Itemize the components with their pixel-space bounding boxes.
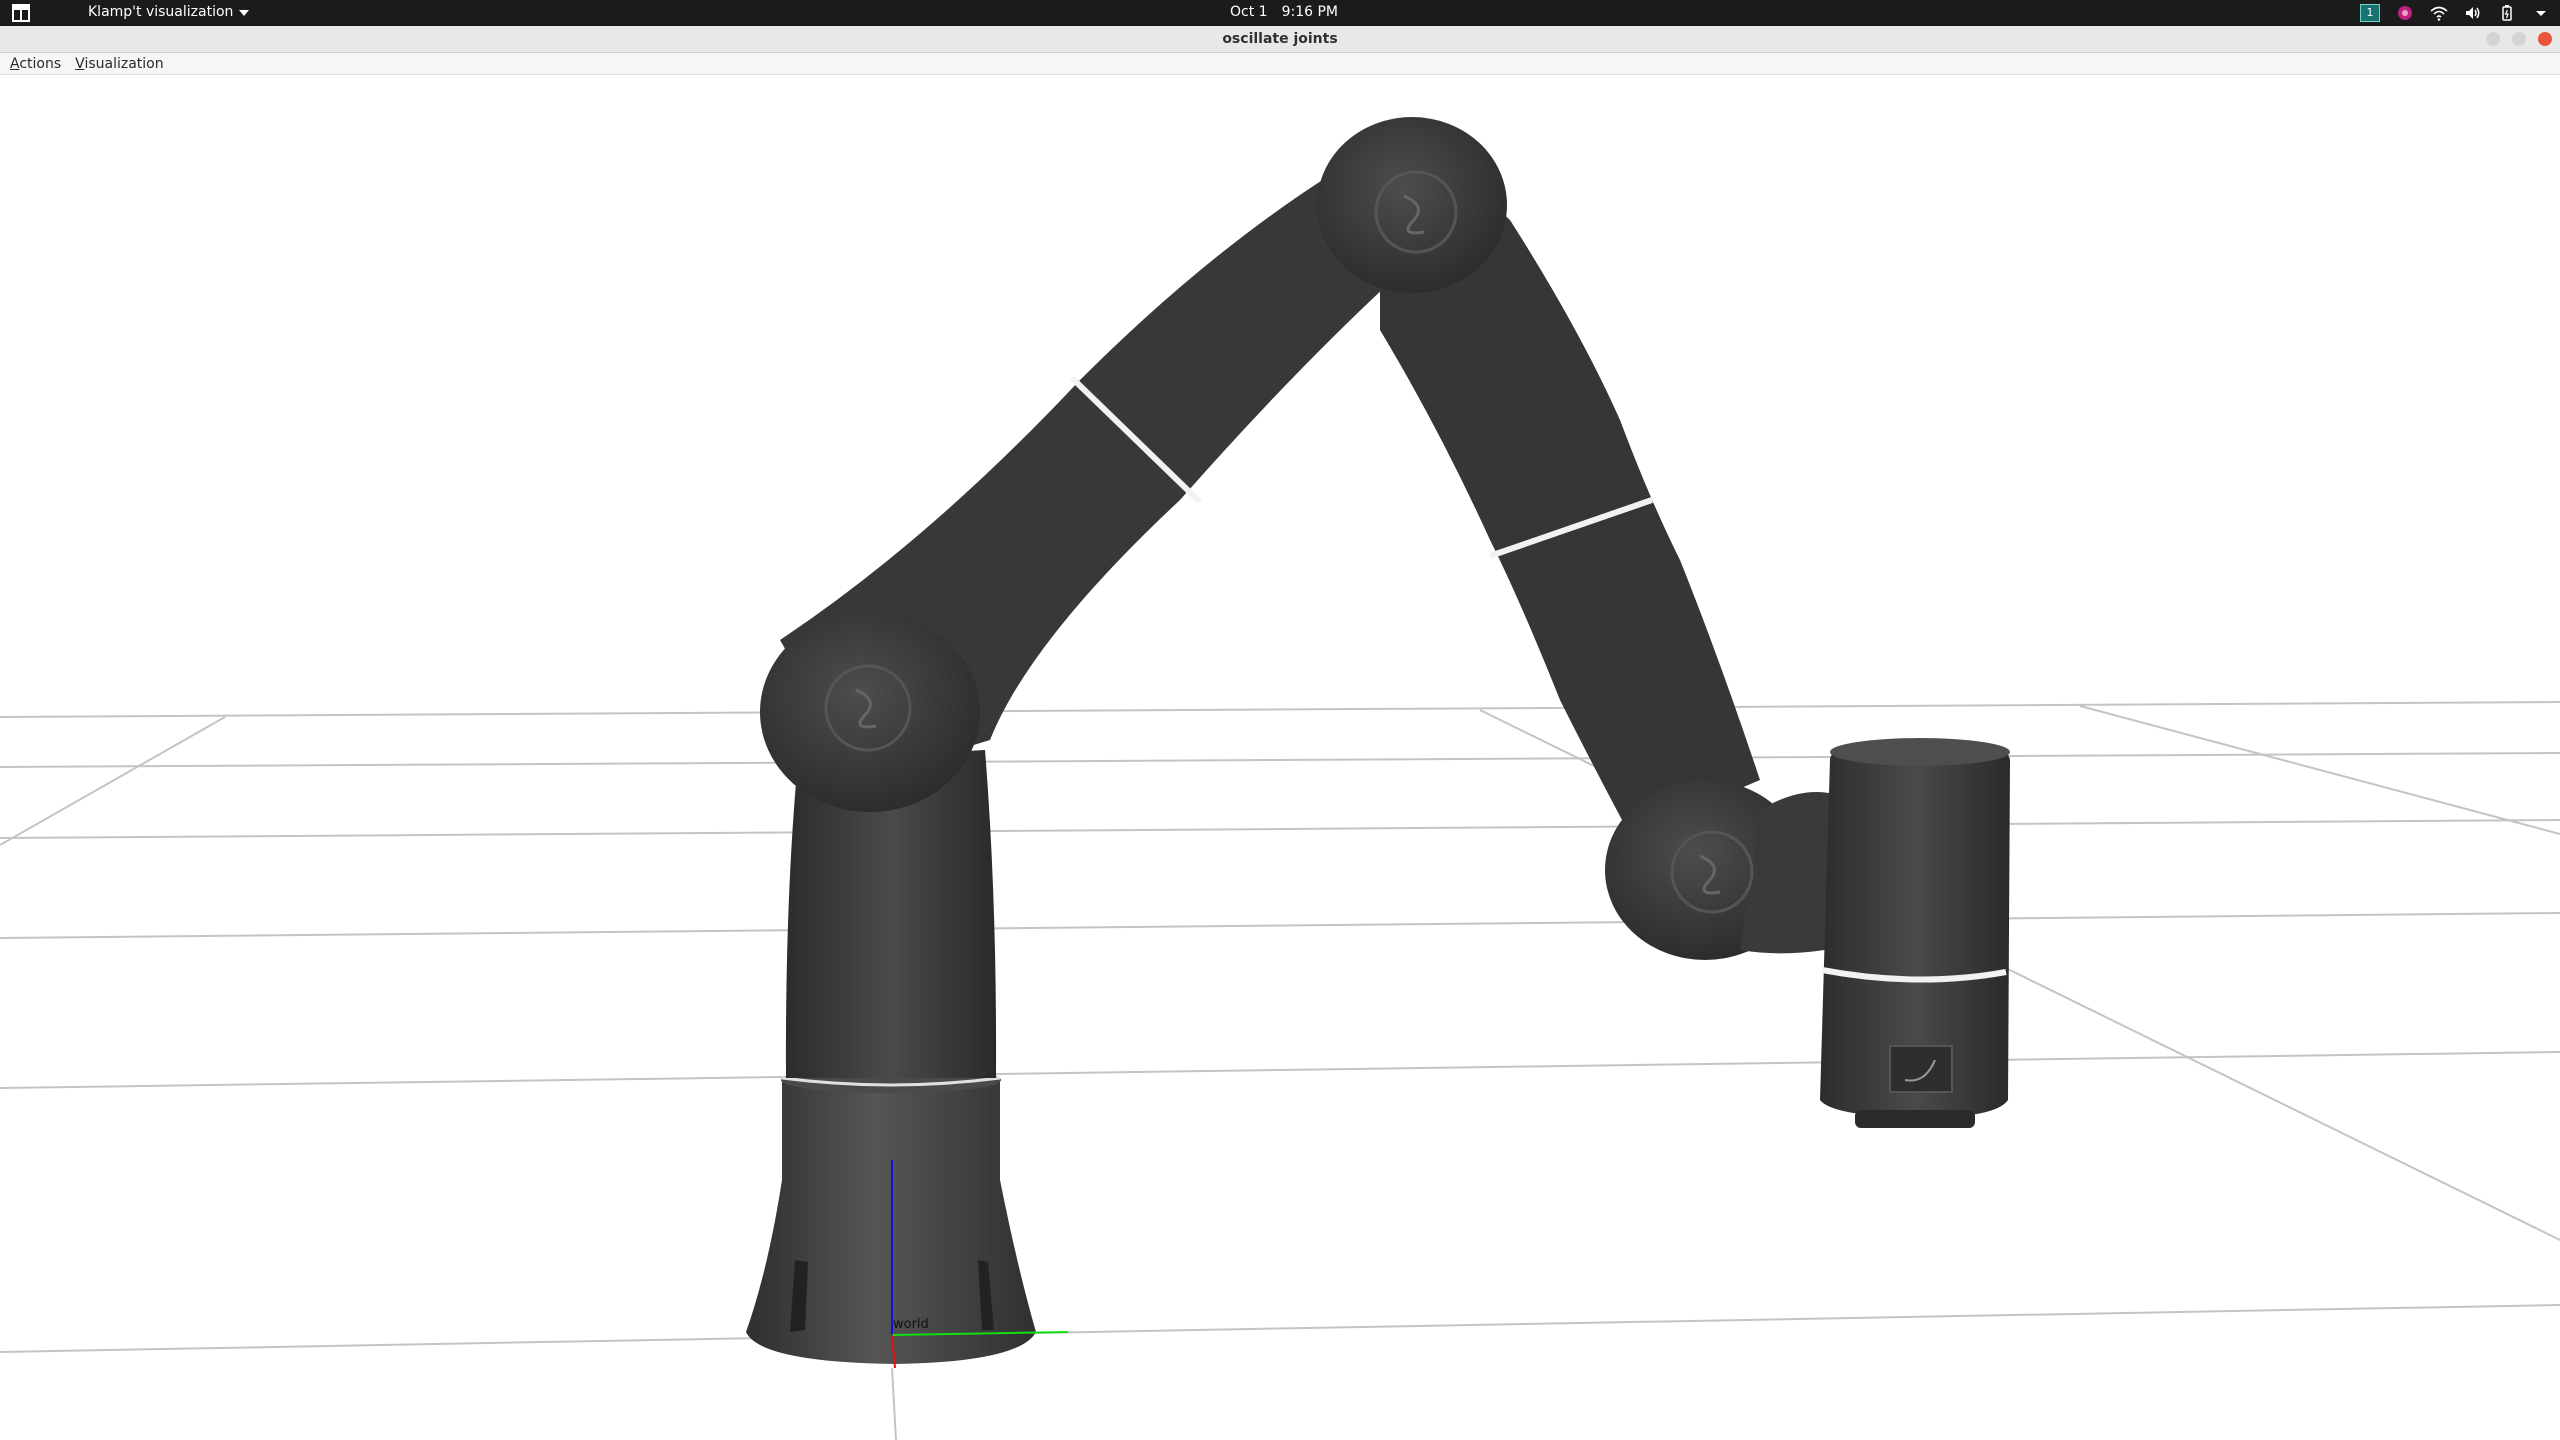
- close-button[interactable]: [2538, 32, 2552, 46]
- robot-joint-2: [760, 612, 980, 812]
- world-frame-label: world: [893, 1317, 929, 1332]
- menu-bar: Actions Visualization: [0, 53, 2560, 75]
- clock-time: 9:16 PM: [1281, 4, 1338, 20]
- maximize-button[interactable]: [2512, 32, 2526, 46]
- scene-canvas[interactable]: world: [0, 75, 2560, 1440]
- minimize-button[interactable]: [2486, 32, 2500, 46]
- wifi-icon[interactable]: [2430, 4, 2448, 22]
- chevron-down-icon: [239, 10, 250, 16]
- battery-icon[interactable]: [2498, 4, 2516, 22]
- system-tray: 1: [2360, 3, 2550, 23]
- ground-grid: [0, 701, 2560, 1353]
- menu-visualization-label: isualization: [84, 55, 164, 72]
- robot-end-effector: [1820, 738, 2010, 1128]
- clock-date: Oct 1: [1230, 4, 1268, 20]
- app-indicator-icon[interactable]: [2396, 4, 2414, 22]
- window-title: oscillate joints: [1222, 31, 1338, 47]
- 3d-viewport[interactable]: world: [0, 75, 2560, 1440]
- window-title-bar: oscillate joints: [0, 26, 2560, 53]
- workspace-indicator[interactable]: 1: [2360, 4, 2380, 22]
- robot-link-forearm: [1380, 200, 1760, 835]
- robot-joint-4: [1317, 117, 1507, 293]
- menu-actions[interactable]: Actions: [10, 56, 61, 72]
- menu-actions-label: ctions: [19, 55, 62, 72]
- menu-actions-mnemonic: A: [10, 55, 20, 72]
- system-menu-caret-icon[interactable]: [2532, 4, 2550, 22]
- window-controls: [2486, 32, 2552, 46]
- top-bar: Klamp't visualization Oct 1 9:16 PM 1: [0, 0, 2560, 26]
- app-menu[interactable]: Klamp't visualization: [88, 4, 250, 20]
- clock[interactable]: Oct 1 9:16 PM: [1230, 4, 1338, 20]
- menu-visualization[interactable]: Visualization: [75, 56, 163, 72]
- volume-icon[interactable]: [2464, 4, 2482, 22]
- activities-icon[interactable]: [12, 4, 30, 22]
- app-menu-label: Klamp't visualization: [88, 4, 234, 20]
